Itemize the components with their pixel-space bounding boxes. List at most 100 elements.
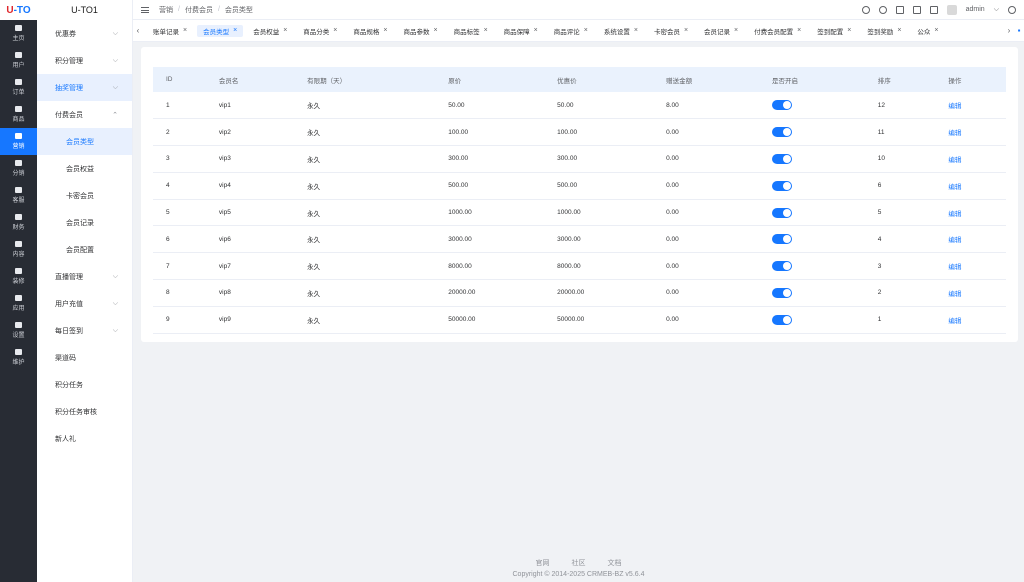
- tabs-prev-icon[interactable]: ‹: [133, 26, 143, 35]
- rail-item-label: 设置: [12, 333, 25, 339]
- submenu-item[interactable]: 会员配置: [37, 236, 132, 263]
- tab[interactable]: 商品评论 ×: [548, 25, 594, 37]
- rail-item-order[interactable]: 订单: [0, 74, 37, 101]
- submenu-item[interactable]: 付费会员 ⌃: [37, 101, 132, 128]
- close-icon[interactable]: ×: [634, 27, 638, 34]
- tab[interactable]: 账单记录 ×: [147, 25, 193, 37]
- close-icon[interactable]: ×: [684, 27, 688, 34]
- tab[interactable]: 签到奖励 ×: [861, 25, 907, 37]
- tab[interactable]: 签到配置 ×: [811, 25, 857, 37]
- close-icon[interactable]: ×: [934, 27, 938, 34]
- edit-link[interactable]: 编辑: [948, 157, 961, 164]
- submenu-item[interactable]: 用户充值 ⌵: [37, 290, 132, 317]
- tab[interactable]: 商品标签 ×: [448, 25, 494, 37]
- chevron-down-icon[interactable]: ⌵: [994, 6, 999, 14]
- breadcrumb-item[interactable]: 营销: [159, 5, 173, 15]
- tabs-next-icon[interactable]: ›: [1004, 26, 1014, 35]
- submenu-item[interactable]: 渠道码: [37, 344, 132, 371]
- enabled-toggle[interactable]: [771, 100, 792, 111]
- close-icon[interactable]: ×: [584, 27, 588, 34]
- rail-item-service[interactable]: 客服: [0, 182, 37, 209]
- refresh-icon[interactable]: [861, 5, 870, 14]
- fullscreen-icon[interactable]: [912, 5, 921, 14]
- enabled-toggle[interactable]: [771, 180, 792, 191]
- tab[interactable]: 付费会员配置 ×: [748, 25, 807, 37]
- menu-toggle-icon[interactable]: [141, 6, 149, 13]
- enabled-toggle[interactable]: [771, 261, 792, 272]
- submenu-item[interactable]: 卡密会员: [37, 182, 132, 209]
- close-icon[interactable]: ×: [433, 27, 437, 34]
- search-icon[interactable]: [878, 5, 887, 14]
- edit-link[interactable]: 编辑: [948, 318, 961, 325]
- enabled-toggle[interactable]: [771, 287, 792, 298]
- cell-price: 100.00: [448, 128, 469, 136]
- edit-link[interactable]: 编辑: [948, 237, 961, 244]
- breadcrumb-item[interactable]: 付费会员: [185, 5, 213, 15]
- enabled-toggle[interactable]: [771, 314, 792, 325]
- close-icon[interactable]: ×: [897, 27, 901, 34]
- avatar[interactable]: [946, 4, 957, 15]
- rail-item-home[interactable]: 主页: [0, 20, 37, 47]
- tab[interactable]: 商品规格 ×: [347, 25, 393, 37]
- footer-link[interactable]: 文档: [608, 558, 622, 568]
- mobile-icon[interactable]: [929, 5, 938, 14]
- submenu-item[interactable]: 会员权益: [37, 155, 132, 182]
- submenu-item[interactable]: 新人礼: [37, 425, 132, 452]
- user-name[interactable]: admin: [966, 6, 985, 13]
- enabled-toggle[interactable]: [771, 127, 792, 138]
- settings-icon[interactable]: [1008, 5, 1016, 14]
- footer-link[interactable]: 官网: [536, 558, 550, 568]
- tab[interactable]: 卡密会员 ×: [648, 25, 694, 37]
- tab[interactable]: 商品参数 ×: [397, 25, 443, 37]
- close-icon[interactable]: ×: [847, 27, 851, 34]
- submenu-item[interactable]: 积分任务: [37, 371, 132, 398]
- close-icon[interactable]: ×: [534, 27, 538, 34]
- tab[interactable]: 会员类型 ×: [197, 24, 244, 37]
- rail-item-distribution[interactable]: 分销: [0, 155, 37, 182]
- submenu-item[interactable]: 积分任务审核: [37, 398, 132, 425]
- logo[interactable]: U - TO: [0, 0, 37, 20]
- rail-item-decoration[interactable]: 装修: [0, 263, 37, 290]
- submenu-item[interactable]: 积分管理 ⌵: [37, 47, 132, 74]
- enabled-toggle[interactable]: [771, 234, 792, 245]
- tab[interactable]: 商品分类 ×: [297, 25, 343, 37]
- tab[interactable]: 公众 ×: [911, 25, 944, 37]
- rail-item-settings[interactable]: 设置: [0, 317, 37, 344]
- close-icon[interactable]: ×: [797, 27, 801, 34]
- rail-item-maintain[interactable]: 维护: [0, 344, 37, 371]
- submenu-item[interactable]: 直播管理 ⌵: [37, 263, 132, 290]
- edit-link[interactable]: 编辑: [948, 103, 961, 110]
- rail-item-content[interactable]: 内容: [0, 236, 37, 263]
- close-icon[interactable]: ×: [183, 27, 187, 34]
- footer-link[interactable]: 社区: [572, 558, 586, 568]
- submenu-item[interactable]: 会员记录: [37, 209, 132, 236]
- grid-icon[interactable]: ▪: [1014, 26, 1024, 35]
- enabled-toggle[interactable]: [771, 207, 792, 218]
- edit-link[interactable]: 编辑: [948, 130, 961, 137]
- rail-item-user[interactable]: 用户: [0, 47, 37, 74]
- notification-icon[interactable]: [895, 5, 904, 14]
- rail-item-marketing[interactable]: 营销: [0, 128, 37, 155]
- tab[interactable]: 会员权益 ×: [247, 25, 293, 37]
- edit-link[interactable]: 编辑: [948, 184, 961, 191]
- enabled-toggle[interactable]: [771, 153, 792, 164]
- edit-link[interactable]: 编辑: [948, 264, 961, 271]
- rail-item-product[interactable]: 商品: [0, 101, 37, 128]
- close-icon[interactable]: ×: [734, 27, 738, 34]
- edit-link[interactable]: 编辑: [948, 291, 961, 298]
- close-icon[interactable]: ×: [383, 27, 387, 34]
- submenu-item[interactable]: 优惠券 ⌵: [37, 20, 132, 47]
- edit-link[interactable]: 编辑: [948, 211, 961, 218]
- rail-item-apps[interactable]: 应用: [0, 290, 37, 317]
- submenu-item[interactable]: 每日签到 ⌵: [37, 317, 132, 344]
- tab[interactable]: 商品保障 ×: [498, 25, 544, 37]
- tab[interactable]: 系统设置 ×: [598, 25, 644, 37]
- close-icon[interactable]: ×: [484, 27, 488, 34]
- close-icon[interactable]: ×: [233, 27, 237, 34]
- tab[interactable]: 会员记录 ×: [698, 25, 744, 37]
- submenu-item[interactable]: 抽奖管理 ⌵: [37, 74, 132, 101]
- close-icon[interactable]: ×: [283, 27, 287, 34]
- close-icon[interactable]: ×: [333, 27, 337, 34]
- submenu-item[interactable]: 会员类型: [37, 128, 132, 155]
- rail-item-finance[interactable]: 财务: [0, 209, 37, 236]
